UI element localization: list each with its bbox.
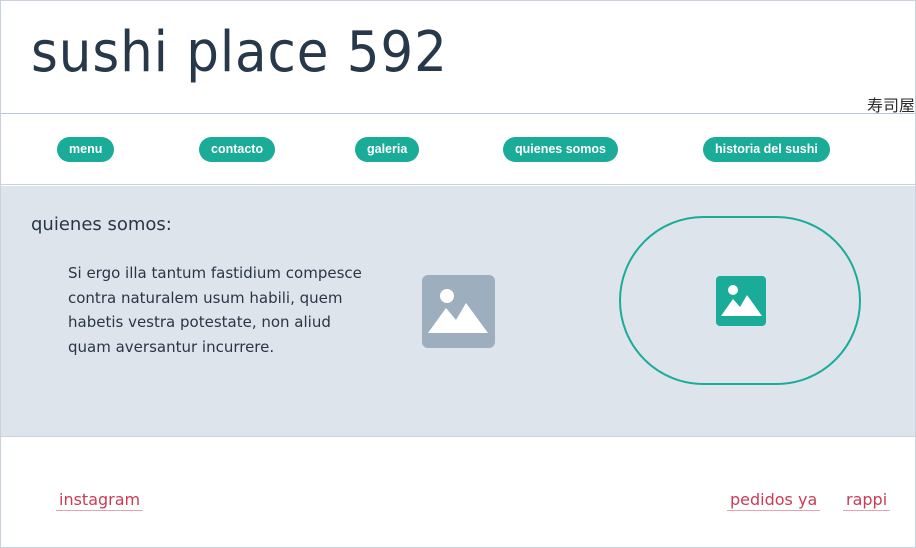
nav-item-galeria[interactable]: galeria	[355, 137, 420, 162]
section-heading: quienes somos:	[31, 214, 172, 235]
featured-image-frame	[619, 216, 861, 385]
image-placeholder-icon	[422, 275, 495, 348]
nav-item-quienes-somos[interactable]: quienes somos	[503, 137, 618, 162]
page: sushi place 592 寿司屋 menu contacto galeri…	[0, 0, 916, 548]
nav-item-contacto[interactable]: contacto	[199, 137, 276, 162]
main-nav: menu contacto galeria quienes somos hist…	[1, 115, 915, 185]
about-paragraph: Si ergo illa tantum fastidium compesce c…	[68, 264, 362, 356]
pedidos-ya-link[interactable]: pedidos ya	[727, 490, 821, 511]
instagram-link[interactable]: instagram	[56, 490, 144, 511]
rappi-link[interactable]: rappi	[843, 490, 891, 511]
nav-item-historia-del-sushi[interactable]: historia del sushi	[703, 137, 830, 162]
image-placeholder-icon	[716, 276, 766, 326]
nav-item-menu[interactable]: menu	[57, 137, 115, 162]
site-footer: instagram pedidos ya rappi	[1, 438, 915, 548]
about-section: quienes somos: Si ergo illa tantum fasti…	[1, 186, 915, 437]
site-title: sushi place 592	[31, 20, 448, 85]
site-tagline: 寿司屋	[866, 96, 915, 115]
site-header: sushi place 592 寿司屋	[1, 1, 915, 115]
